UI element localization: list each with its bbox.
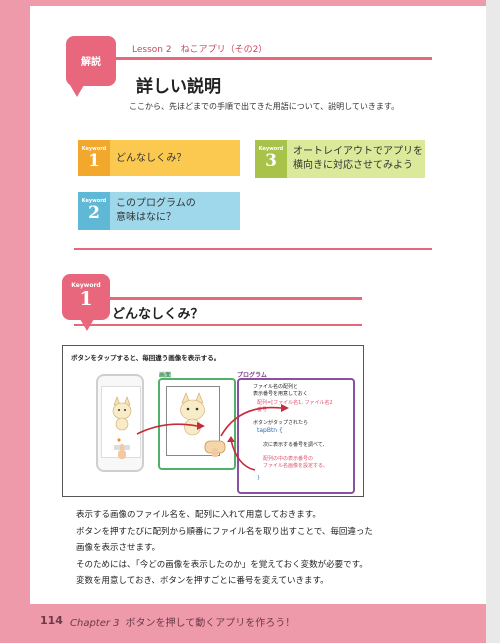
keyword-1-rule-top [110,297,362,300]
lesson-label: Lesson 2 ねこアプリ（その2） [132,45,268,55]
explanation-tag: 解説 [66,36,116,86]
body-line: ボタンを押すたびに配列から順番にファイル名を取り出すことで、毎回違った [76,527,373,537]
button-to-program-arrow [220,404,289,437]
tapping-hand-icon [117,438,126,459]
keyword-card-line: このプログラムの [116,198,196,209]
body-line: 変数を用意しておき、ボタンを押すごとに番号を変えていきます。 [76,576,329,586]
phone-to-screen-arrow [136,422,205,435]
mechanism-figure: ボタンをタップすると、毎回違う画像を表示する。 画面 プログラム ファイル名の配… [62,345,364,497]
program-line: ファイル名の配列と [253,384,299,390]
body-line: そのためには、「今どの画像を表示したのか」を覚えておく変数が必要です。 [76,560,368,570]
left-pink-margin [0,0,30,643]
figure-caption: ボタンをタップすると、毎回違う画像を表示する。 [71,354,221,362]
program-to-screen-arrow [227,436,256,471]
keyword-1-title: どんなしくみ？ [112,307,204,322]
keyword-card-line: 意味はなに？ [116,212,176,223]
keyword-badge: Keyword 1 [78,140,110,176]
explanation-tag-tail [70,85,84,97]
top-pink-margin [30,0,486,6]
keyword-card-text: このプログラムの 意味はなに？ [116,197,196,225]
program-line: 配列の中の表示番号の [263,456,314,462]
keyword-card-3[interactable]: Keyword 3 オートレイアウトでアプリを 横向きに対応させてみよう [255,140,425,178]
chapter-number: Chapter 3 [70,618,120,629]
keyword-card-line: 横向きに対応させてみよう [293,160,413,171]
lesson-rule [116,57,432,60]
program-line: ファイル名画像を設定する。 [263,463,329,469]
program-line: 次に表示する番号を調べて、 [263,442,328,448]
page-edge-shadow [486,0,500,643]
keyword-card-text: オートレイアウトでアプリを 横向きに対応させてみよう [293,145,423,173]
keyword-card-text: どんなしくみ？ [116,153,187,164]
chapter-label: Chapter 3 ボタンを押して動くアプリを作ろう！ [70,614,295,629]
intro-text: ここから、先ほどまでの手順で出てきた用語について、説明していきます。 [129,102,400,111]
program-line: 表示番号を用意しておく [253,391,308,397]
keyword-badge: Keyword 2 [78,192,110,230]
chapter-title: ボタンを押して動くアプリを作ろう！ [125,618,296,629]
page-title: 詳しい説明 [136,77,221,97]
keyword-1-tag: Keyword 1 [62,274,110,320]
keyword-card-2[interactable]: Keyword 2 このプログラムの 意味はなに？ [78,192,240,230]
keyword-card-line: オートレイアウトでアプリを [293,146,423,157]
keyword-1-rule-bottom [74,324,362,326]
page-number: 114 [40,614,63,627]
body-line: 画像を表示させます。 [76,543,161,553]
keyword-card-1[interactable]: Keyword 1 どんなしくみ？ [78,140,240,176]
program-line: } [257,475,261,481]
keyword-badge: Keyword 3 [255,140,287,178]
body-line: 表示する画像のファイル名を、配列に入れて用意しておきます。 [76,510,321,520]
section-divider [74,248,432,250]
